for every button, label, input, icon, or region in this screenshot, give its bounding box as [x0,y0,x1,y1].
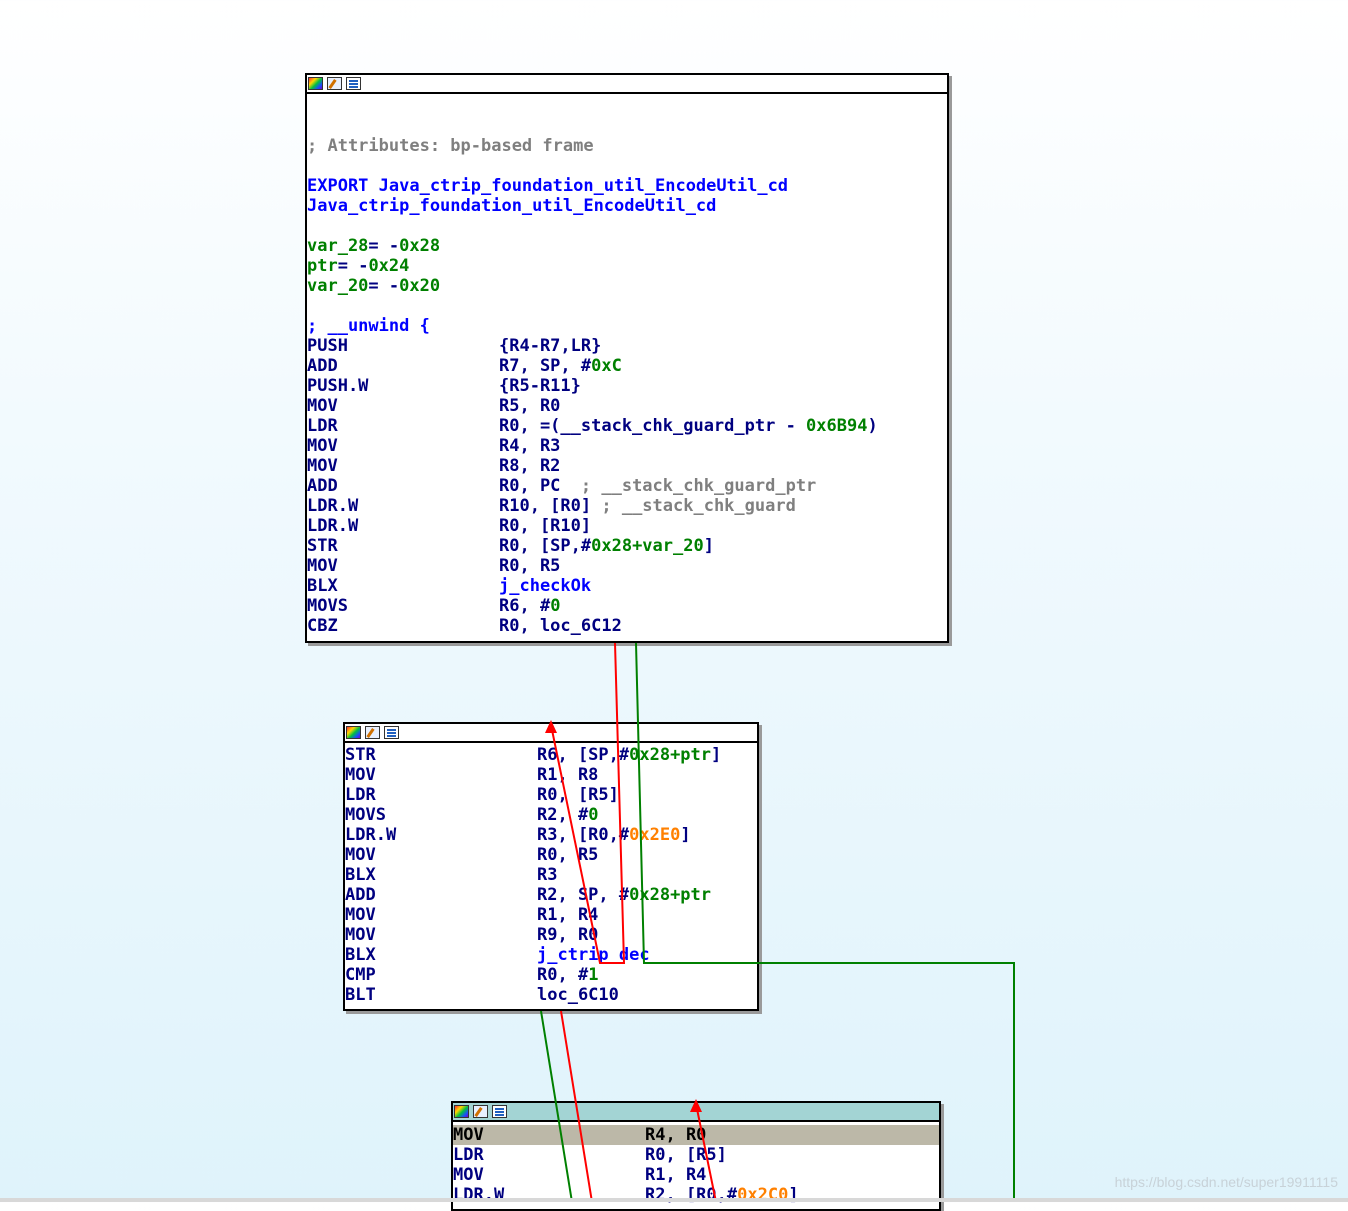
watermark: https://blog.csdn.net/super19911115 [1114,1174,1338,1190]
edge-into-block3 [695,1103,717,1202]
edge-arrowhead [545,720,557,733]
bottom-scrollbar[interactable] [0,1198,1348,1202]
edge-false-branch [550,642,626,964]
edge-block2-down-red [560,1010,593,1202]
graph-edges [540,642,1015,1202]
edge-arrowhead [690,1099,702,1112]
edge-true-branch [635,642,1015,1202]
edge-block2-down [540,1010,573,1202]
